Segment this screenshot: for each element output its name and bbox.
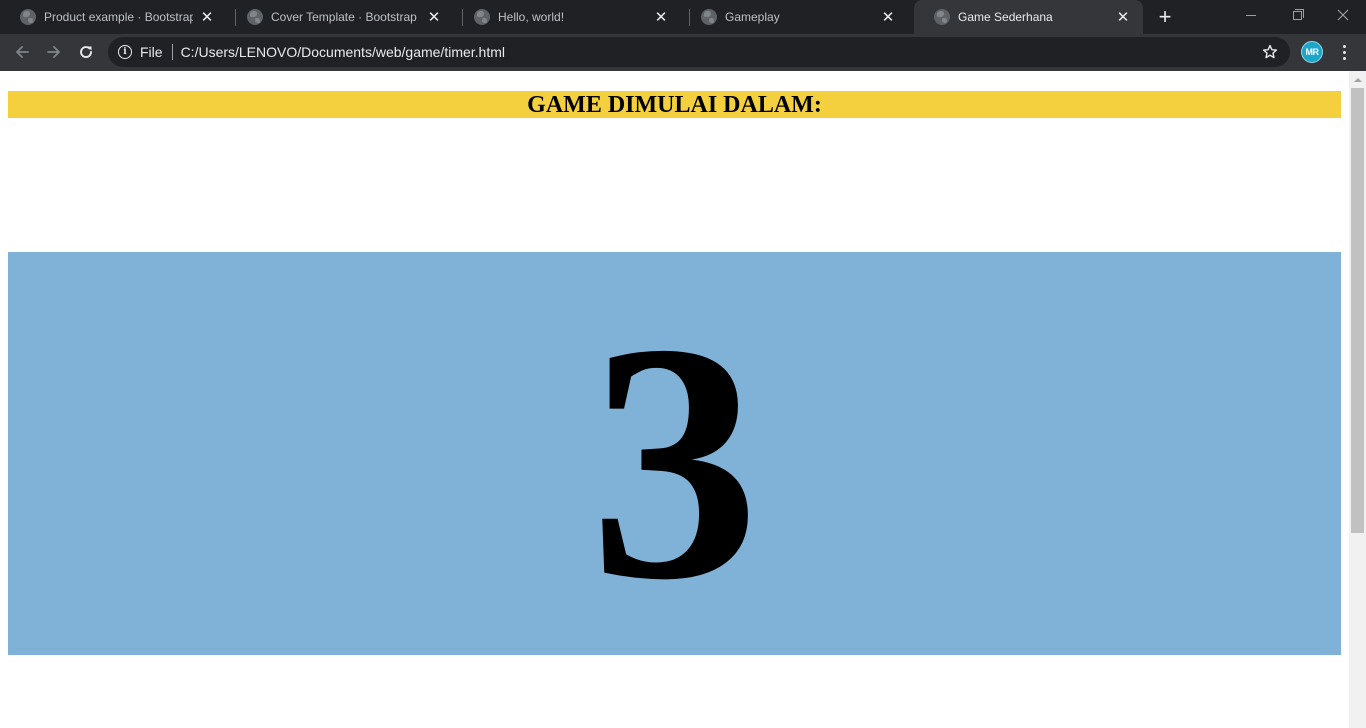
forward-button[interactable] bbox=[40, 38, 68, 66]
minimize-button[interactable] bbox=[1228, 0, 1274, 30]
globe-icon bbox=[701, 9, 717, 25]
browser-toolbar: i File C:/Users/LENOVO/Documents/web/gam… bbox=[0, 34, 1366, 71]
tab-title: Game Sederhana bbox=[958, 10, 1053, 24]
bookmark-star-button[interactable] bbox=[1260, 42, 1280, 62]
window-close-button[interactable] bbox=[1320, 0, 1366, 30]
page-viewport: GAME DIMULAI DALAM: 3 bbox=[0, 71, 1349, 728]
vertical-scrollbar[interactable] bbox=[1349, 71, 1366, 728]
reload-button[interactable] bbox=[72, 38, 100, 66]
forward-arrow-icon bbox=[47, 46, 60, 58]
tab-product-example[interactable]: Product example · Bootstrap ✕ bbox=[0, 0, 227, 34]
reload-icon bbox=[80, 46, 92, 58]
countdown-number: 3 bbox=[589, 272, 760, 650]
page-heading: GAME DIMULAI DALAM: bbox=[527, 91, 822, 118]
back-button[interactable] bbox=[8, 38, 36, 66]
tab-title: Product example · Bootstrap bbox=[44, 10, 193, 24]
tab-title: Cover Template · Bootstrap bbox=[271, 10, 417, 24]
tab-title: Hello, world! bbox=[498, 10, 565, 24]
globe-icon bbox=[474, 9, 490, 25]
restore-button[interactable] bbox=[1274, 0, 1320, 30]
heading-banner: GAME DIMULAI DALAM: bbox=[8, 91, 1341, 118]
globe-icon bbox=[934, 9, 950, 25]
tab-cover-template[interactable]: Cover Template · Bootstrap ✕ bbox=[227, 0, 454, 34]
new-tab-button[interactable]: + bbox=[1153, 5, 1177, 29]
close-icon[interactable]: ✕ bbox=[653, 9, 669, 25]
tab-gameplay[interactable]: Gameplay ✕ bbox=[681, 0, 908, 34]
scroll-up-arrow-icon[interactable] bbox=[1349, 71, 1366, 88]
close-icon[interactable]: ✕ bbox=[880, 9, 896, 25]
tab-game-sederhana[interactable]: Game Sederhana ✕ bbox=[914, 0, 1143, 34]
address-bar[interactable]: i File C:/Users/LENOVO/Documents/web/gam… bbox=[108, 37, 1290, 67]
back-arrow-icon bbox=[16, 46, 29, 58]
star-icon bbox=[1262, 44, 1278, 59]
globe-icon bbox=[20, 9, 36, 25]
close-icon[interactable]: ✕ bbox=[1115, 9, 1131, 25]
restore-icon bbox=[1292, 8, 1304, 20]
scrollbar-thumb[interactable] bbox=[1351, 88, 1364, 533]
countdown-panel: 3 bbox=[8, 252, 1341, 655]
omnibox-divider bbox=[171, 44, 173, 60]
tab-hello-world[interactable]: Hello, world! ✕ bbox=[454, 0, 681, 34]
close-icon[interactable]: ✕ bbox=[199, 9, 215, 25]
tab-strip: Product example · Bootstrap ✕ Cover Temp… bbox=[0, 0, 1366, 34]
tab-title: Gameplay bbox=[725, 10, 780, 24]
profile-avatar[interactable]: MR bbox=[1301, 41, 1323, 63]
site-scheme-label[interactable]: File bbox=[140, 44, 163, 60]
info-icon[interactable]: i bbox=[118, 45, 132, 59]
more-vert-icon[interactable] bbox=[1334, 40, 1354, 64]
minimize-icon bbox=[1246, 14, 1256, 16]
globe-icon bbox=[247, 9, 263, 25]
url-text[interactable]: C:/Users/LENOVO/Documents/web/game/timer… bbox=[181, 44, 505, 60]
close-icon bbox=[1337, 9, 1349, 21]
close-icon[interactable]: ✕ bbox=[426, 9, 442, 25]
